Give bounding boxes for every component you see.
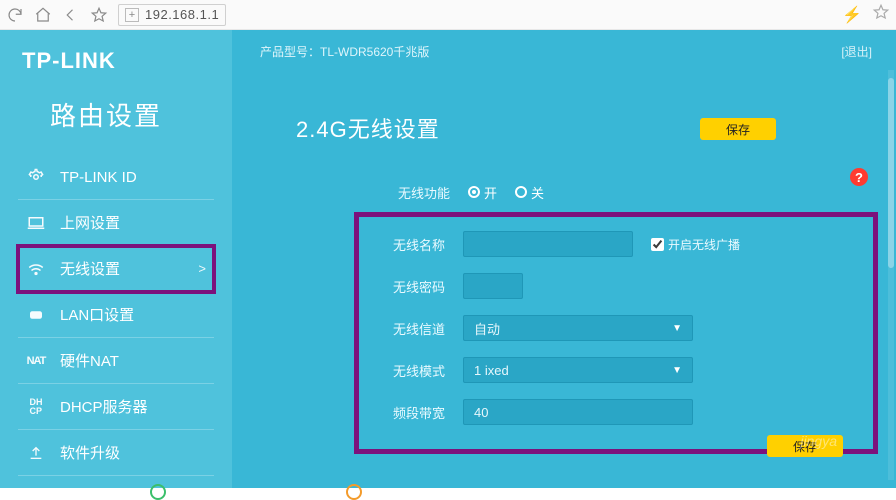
sidebar-item-label: LAN口设置	[60, 304, 134, 325]
caret-down-icon: ▼	[672, 323, 682, 334]
star-icon[interactable]	[90, 6, 108, 24]
channel-label: 无线信道	[369, 319, 445, 338]
wifi-icon	[26, 259, 46, 279]
bandwidth-value: 40	[474, 405, 488, 420]
wireless-func-radio-group: 开 关	[468, 183, 544, 202]
sidebar-menu: TP-LINK ID 上网设置 无线设置 > LAN口设置 NAT 硬件NAT …	[0, 155, 232, 476]
sidebar-item-label: 软件升级	[60, 442, 120, 463]
mode-value: 1 ixed	[474, 363, 509, 378]
sidebar-item-tplink-id[interactable]: TP-LINK ID	[18, 155, 214, 200]
vertical-scrollbar[interactable]	[888, 70, 894, 480]
password-label: 无线密码	[369, 277, 445, 296]
home-icon[interactable]	[34, 6, 52, 24]
nat-icon: NAT	[26, 351, 46, 371]
sidebar-item-dhcp[interactable]: DHCP DHCP服务器	[18, 384, 214, 430]
url-text: 192.168.1.1	[145, 7, 219, 22]
footer-strip	[0, 488, 896, 500]
url-bar[interactable]: + 192.168.1.1	[118, 4, 226, 26]
scroll-thumb[interactable]	[888, 78, 894, 268]
logout-link[interactable]: [退出]	[841, 43, 872, 60]
radio-dot-on-icon	[468, 186, 480, 198]
reload-icon[interactable]	[6, 6, 24, 24]
brand-logo: TP-LINK	[0, 48, 232, 90]
radio-dot-off-icon	[515, 186, 527, 198]
lan-icon	[26, 305, 46, 325]
row-bandwidth: 频段带宽 40	[369, 391, 849, 433]
mode-select[interactable]: 1 ixed ▼	[463, 357, 693, 383]
back-icon[interactable]	[62, 6, 80, 24]
bolt-icon[interactable]: ⚡	[842, 5, 862, 25]
sidebar-title: 路由设置	[0, 90, 232, 155]
row-mode: 无线模式 1 ixed ▼	[369, 349, 849, 391]
app-root: TP-LINK 路由设置 TP-LINK ID 上网设置 无线设置 > LAN口…	[0, 30, 896, 488]
bandwidth-label: 频段带宽	[369, 403, 445, 422]
sidebar-item-label: 硬件NAT	[60, 350, 119, 371]
caret-down-icon: ▼	[672, 365, 682, 376]
highlighted-settings-block: 无线名称 开启无线广播 无线密码 无线信道 自动 ▼ 无线模式	[354, 212, 878, 454]
gear-icon	[26, 167, 46, 187]
channel-select[interactable]: 自动 ▼	[463, 315, 693, 341]
laptop-icon	[26, 213, 46, 233]
bandwidth-select[interactable]: 40	[463, 399, 693, 425]
shield-plus-icon: +	[125, 8, 139, 22]
sidebar: TP-LINK 路由设置 TP-LINK ID 上网设置 无线设置 > LAN口…	[0, 30, 232, 488]
broadcast-label: 开启无线广播	[668, 236, 740, 253]
top-info-bar: 产品型号：TL-WDR5620千兆版 [退出]	[254, 30, 878, 62]
save-button-top[interactable]: 保存	[700, 118, 776, 140]
row-wireless-func: 无线功能 开 关	[374, 172, 868, 212]
ssid-input[interactable]	[463, 231, 633, 257]
radio-off[interactable]: 关	[515, 183, 544, 202]
watermark-text: jingya	[800, 433, 837, 449]
channel-value: 自动	[474, 319, 500, 338]
radio-on[interactable]: 开	[468, 183, 497, 202]
row-ssid: 无线名称 开启无线广播	[369, 223, 849, 265]
wireless-func-label: 无线功能	[374, 183, 450, 202]
page-title: 2.4G无线设置	[254, 62, 878, 172]
upload-icon	[26, 443, 46, 463]
broadcast-checkbox[interactable]: 开启无线广播	[651, 236, 740, 253]
browser-toolbar: + 192.168.1.1 ⚡	[0, 0, 896, 30]
chevron-right-icon: >	[198, 261, 206, 276]
favorite-icon[interactable]	[872, 3, 890, 26]
status-circle-green-icon	[150, 484, 166, 500]
dhcp-icon: DHCP	[26, 397, 46, 417]
main-panel: 产品型号：TL-WDR5620千兆版 [退出] 保存 2.4G无线设置 ? 无线…	[232, 30, 896, 488]
sidebar-item-nat[interactable]: NAT 硬件NAT	[18, 338, 214, 384]
sidebar-item-label: 上网设置	[60, 212, 120, 233]
ssid-label: 无线名称	[369, 235, 445, 254]
sidebar-item-label: TP-LINK ID	[60, 169, 137, 186]
help-icon[interactable]: ?	[850, 168, 868, 186]
row-channel: 无线信道 自动 ▼	[369, 307, 849, 349]
broadcast-checkbox-input[interactable]	[651, 238, 664, 251]
product-model: 产品型号：TL-WDR5620千兆版	[260, 43, 429, 60]
sidebar-item-label: DHCP服务器	[60, 396, 148, 417]
sidebar-item-upgrade[interactable]: 软件升级	[18, 430, 214, 476]
password-input[interactable]	[463, 273, 523, 299]
sidebar-item-wireless[interactable]: 无线设置 >	[18, 246, 214, 292]
mode-label: 无线模式	[369, 361, 445, 380]
sidebar-item-lan[interactable]: LAN口设置	[18, 292, 214, 338]
wireless-form: 无线功能 开 关	[374, 172, 868, 212]
sidebar-item-wan[interactable]: 上网设置	[18, 200, 214, 246]
sidebar-item-label: 无线设置	[60, 258, 120, 279]
row-password: 无线密码	[369, 265, 849, 307]
